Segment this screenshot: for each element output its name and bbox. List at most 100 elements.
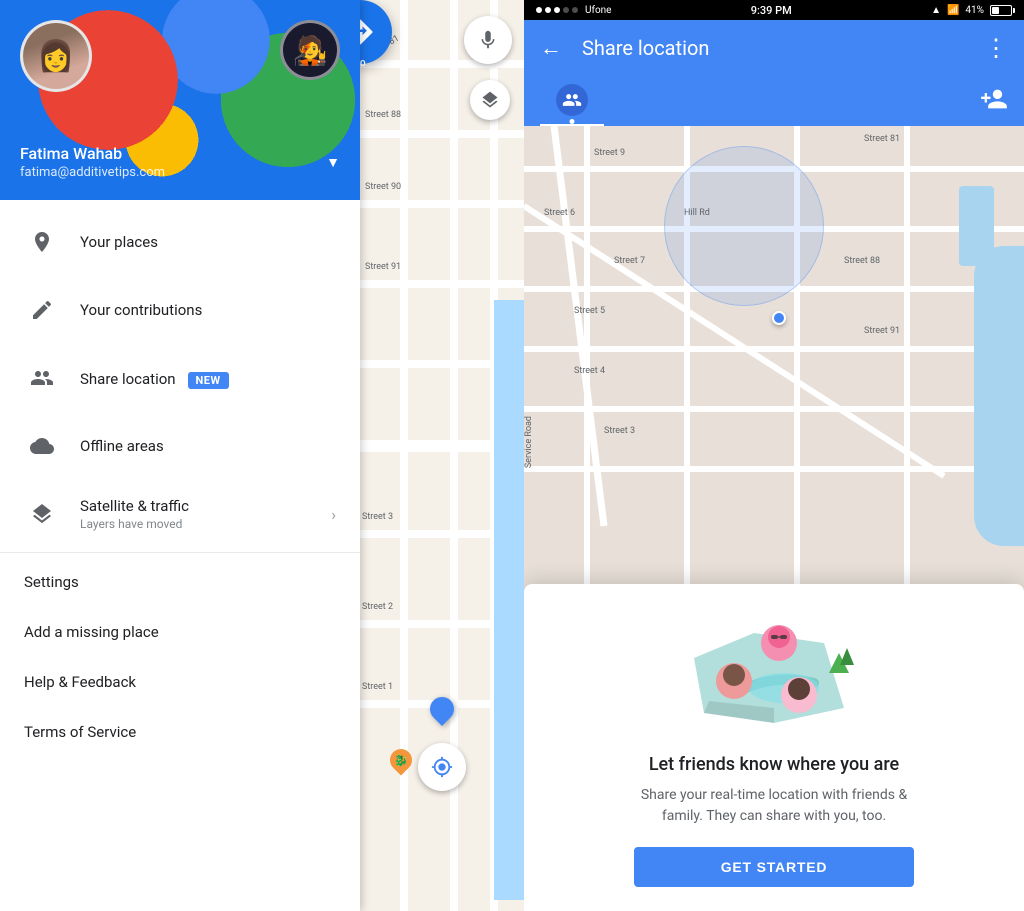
menu-item-add-missing[interactable]: Add a missing place bbox=[0, 607, 360, 657]
tabs-bar bbox=[524, 76, 1024, 126]
street-91-label: Street 91 bbox=[864, 326, 900, 336]
street-label-2: Street 2 bbox=[362, 602, 393, 612]
offline-areas-label: Offline areas bbox=[80, 437, 336, 455]
road-h3 bbox=[360, 200, 524, 208]
people-tab-icon bbox=[556, 84, 588, 116]
share-location-label: Share location bbox=[80, 370, 176, 388]
avatar-secondary[interactable]: 🧑‍🎤 bbox=[280, 20, 340, 80]
signal-dot-4 bbox=[563, 7, 569, 13]
edit-icon bbox=[24, 292, 60, 328]
right-panel: Ufone 9:39 PM ▲ 📶 41% ← Share location ⋮ bbox=[524, 0, 1024, 911]
map-road-h5 bbox=[524, 406, 1024, 412]
add-person-button[interactable] bbox=[980, 85, 1008, 118]
street-88-label: Street 88 bbox=[844, 256, 880, 266]
layers-icon bbox=[24, 496, 60, 532]
arrow-icon: › bbox=[331, 505, 336, 524]
share-card-subtitle: Share your real-time location with frien… bbox=[634, 785, 914, 827]
location-arrow-icon: ▲ bbox=[931, 5, 941, 16]
menu-item-satellite[interactable]: Satellite & traffic Layers have moved › bbox=[0, 480, 360, 548]
menu-item-settings[interactable]: Settings bbox=[0, 557, 360, 607]
mic-button[interactable] bbox=[464, 16, 512, 64]
street-label-88: Street 88 bbox=[365, 110, 401, 120]
map-view: Street 9 Street 6 Street 7 Hill Rd Stree… bbox=[524, 126, 1024, 911]
signal-icons: Ufone bbox=[536, 5, 612, 16]
street-label-91: Street 91 bbox=[365, 262, 401, 272]
battery-icon bbox=[990, 5, 1012, 16]
menu-item-your-places[interactable]: Your places bbox=[0, 208, 360, 276]
water-top-right bbox=[959, 186, 994, 266]
location-button[interactable] bbox=[418, 743, 466, 791]
get-started-button[interactable]: GET STARTED bbox=[634, 847, 914, 887]
pin-icon bbox=[24, 224, 60, 260]
person-share-icon bbox=[24, 360, 60, 396]
dropdown-icon[interactable]: ▼ bbox=[326, 154, 340, 171]
terms-label: Terms of Service bbox=[24, 723, 136, 741]
street-label-1: Street 1 bbox=[362, 682, 393, 692]
share-location-content: Share location NEW bbox=[80, 369, 336, 388]
satellite-subtitle: Layers have moved bbox=[80, 517, 323, 531]
status-bar: Ufone 9:39 PM ▲ 📶 41% bbox=[524, 0, 1024, 20]
back-button[interactable]: ← bbox=[540, 35, 562, 61]
user-email: fatima@additivetips.com bbox=[20, 165, 165, 180]
battery-fill bbox=[992, 7, 999, 14]
road-h2 bbox=[360, 130, 524, 138]
user-location-dot bbox=[772, 311, 786, 325]
map-strip: Street 81 Street 88 Street 90 Street 91 … bbox=[360, 0, 524, 911]
new-badge: NEW bbox=[188, 372, 229, 389]
contributions-label: Your contributions bbox=[80, 301, 336, 319]
service-road-label: Service Road bbox=[524, 416, 534, 468]
divider-1 bbox=[0, 552, 360, 553]
street-81-label: Street 81 bbox=[864, 134, 900, 144]
signal-dot-3 bbox=[554, 7, 560, 13]
more-button[interactable]: ⋮ bbox=[984, 34, 1008, 62]
location-range-circle bbox=[664, 146, 824, 306]
street-label-90: Street 90 bbox=[365, 182, 401, 192]
go-label: GO bbox=[360, 59, 366, 68]
menu-item-offline-areas[interactable]: Offline areas bbox=[0, 412, 360, 480]
tab-active-dot bbox=[570, 119, 575, 124]
hill-rd-label: Hill Rd bbox=[684, 208, 710, 218]
street-3-label: Street 3 bbox=[604, 426, 635, 436]
app-bar: ← Share location ⋮ bbox=[524, 20, 1024, 76]
street-9-label: Street 9 bbox=[594, 148, 625, 158]
avatar-main[interactable]: 👩 bbox=[20, 20, 92, 92]
street-5-label: Street 5 bbox=[574, 306, 605, 316]
street-7-label: Street 7 bbox=[614, 256, 645, 266]
water-right bbox=[974, 246, 1024, 546]
satellite-content: Satellite & traffic Layers have moved bbox=[80, 497, 323, 531]
sidebar-header: 👩 🧑‍🎤 Fatima Wahab fatima@additivetips.c… bbox=[0, 0, 360, 200]
road-h1 bbox=[360, 60, 524, 68]
app-bar-title: Share location bbox=[582, 36, 984, 60]
signal-dot-1 bbox=[536, 7, 542, 13]
street-label-3: Street 3 bbox=[362, 512, 393, 522]
status-time: 9:39 PM bbox=[751, 4, 792, 17]
battery-tip bbox=[1013, 8, 1015, 13]
cloud-icon bbox=[24, 428, 60, 464]
menu-items: Your places Your contributions Share loc… bbox=[0, 200, 360, 911]
signal-dot-2 bbox=[545, 7, 551, 13]
street-6-label: Street 6 bbox=[544, 208, 575, 218]
menu-item-contributions[interactable]: Your contributions bbox=[0, 276, 360, 344]
menu-item-terms[interactable]: Terms of Service bbox=[0, 707, 360, 757]
battery-text: 41% bbox=[965, 5, 984, 16]
help-label: Help & Feedback bbox=[24, 673, 136, 691]
menu-item-help[interactable]: Help & Feedback bbox=[0, 657, 360, 707]
road-h4 bbox=[360, 280, 524, 288]
your-places-label: Your places bbox=[80, 233, 336, 251]
water-area bbox=[494, 300, 524, 900]
wifi-icon: 📶 bbox=[947, 5, 959, 16]
user-info: Fatima Wahab fatima@additivetips.com ▼ bbox=[20, 144, 340, 180]
street-4-label: Street 4 bbox=[574, 366, 605, 376]
signal-dot-5 bbox=[572, 7, 578, 13]
map-road-h6 bbox=[524, 466, 1024, 472]
settings-label: Settings bbox=[24, 573, 79, 591]
sidebar: 👩 🧑‍🎤 Fatima Wahab fatima@additivetips.c… bbox=[0, 0, 360, 911]
share-illustration-svg bbox=[684, 613, 864, 733]
menu-item-share-location[interactable]: Share location NEW bbox=[0, 344, 360, 412]
layers-button[interactable] bbox=[470, 80, 510, 120]
carrier-name: Ufone bbox=[585, 5, 612, 16]
satellite-label: Satellite & traffic bbox=[80, 497, 323, 515]
tab-people[interactable] bbox=[540, 76, 604, 126]
share-card-title: Let friends know where you are bbox=[649, 754, 899, 775]
status-right-icons: ▲ 📶 41% bbox=[931, 5, 1012, 16]
